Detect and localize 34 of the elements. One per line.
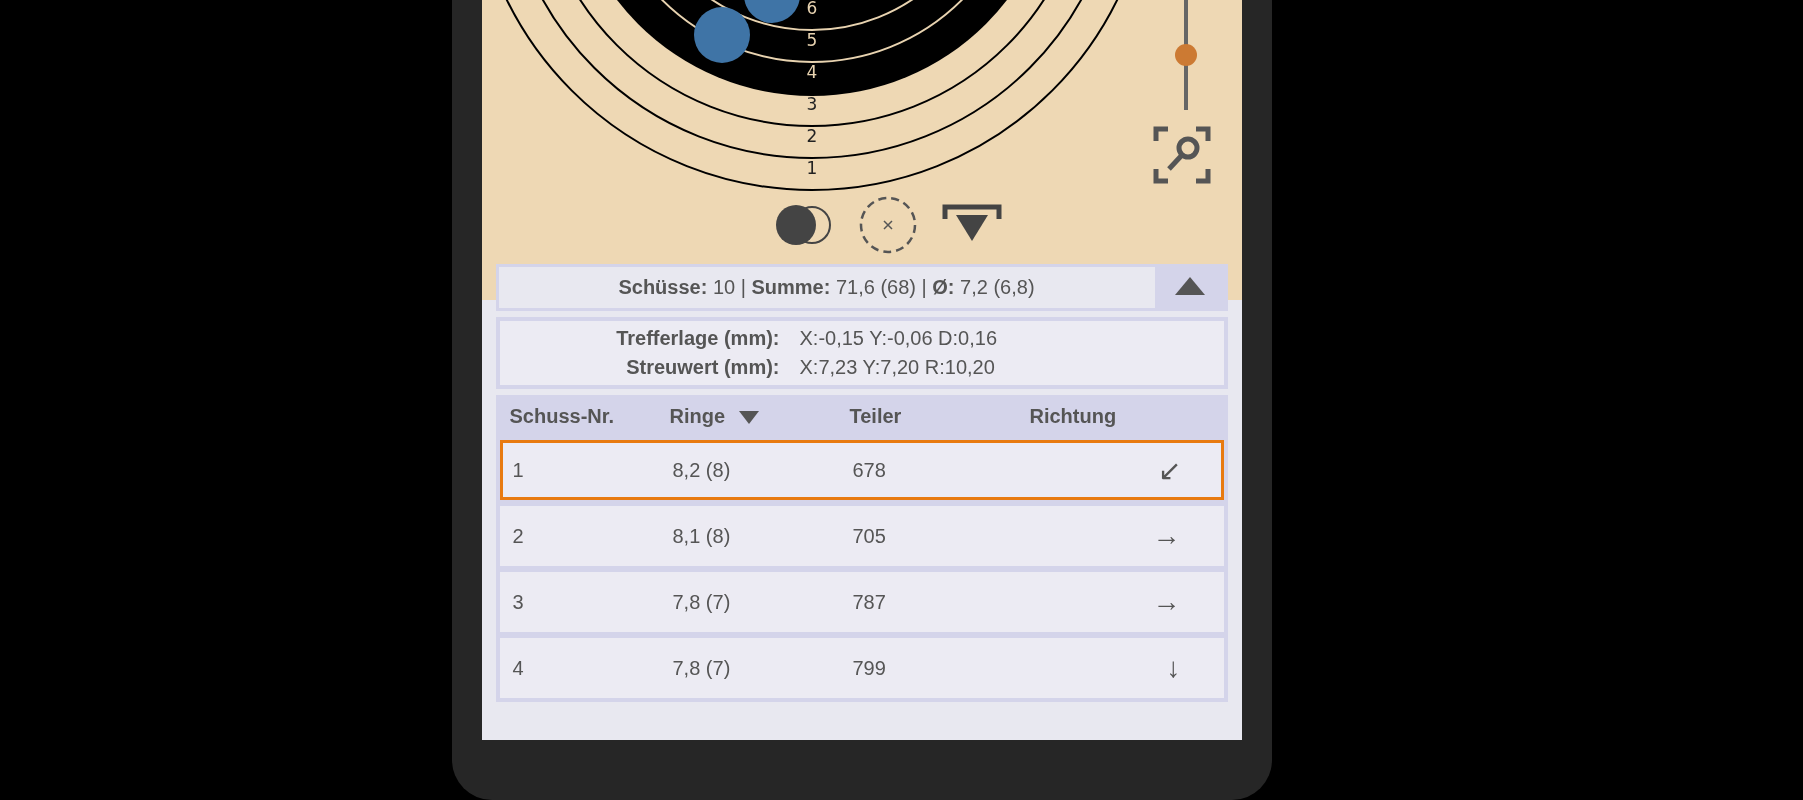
slider-thumb[interactable] <box>1174 44 1197 66</box>
table-cell-text: 787 <box>851 590 887 614</box>
table-cell-text: 1 <box>511 458 525 482</box>
column-header[interactable]: Richtung <box>1029 405 1117 428</box>
table-cell-text: ↓ <box>1165 652 1182 684</box>
table-cell-text: 4 <box>511 656 525 680</box>
stat-value: X:-0,15 Y:-0,06 D:0,16 <box>799 327 998 350</box>
zoom-fit-icon[interactable] <box>1151 125 1212 185</box>
table-row[interactable]: 4 7,8 (7) 799 ↓ <box>499 638 1224 698</box>
table-cell-text: 799 <box>851 656 887 680</box>
table-cell-text: 7,8 (7) <box>671 590 732 614</box>
table-cell-text: 8,1 (8) <box>671 524 732 548</box>
table-cell-text: 7,8 (7) <box>671 656 732 680</box>
table-cell-text: 8,2 (8) <box>671 458 732 482</box>
collapse-button[interactable] <box>1154 267 1225 308</box>
table-row[interactable]: 3 7,8 (7) 787 → <box>499 572 1224 632</box>
summary-text: Schüsse: 10 | Summe: 71,6 (68) | Ø: 7,2 (6,8) <box>617 275 1036 300</box>
column-header[interactable]: Ringe <box>669 405 726 428</box>
table-row[interactable]: 1 8,2 (8) 678 ↙ <box>499 440 1224 500</box>
stat-label: Trefferlage (mm): <box>615 327 780 350</box>
column-header[interactable]: Schuss-Nr. <box>509 405 614 428</box>
table-cell-text: 3 <box>511 590 525 614</box>
table-cell-text: 705 <box>851 524 887 548</box>
sort-down-icon[interactable] <box>737 408 762 425</box>
column-header[interactable]: Teiler <box>849 405 902 428</box>
table-cell-text: → <box>1151 520 1182 552</box>
table-cell-text: 2 <box>511 524 525 548</box>
table-cell-text: ↙ <box>1156 453 1182 487</box>
table-cell-text: 678 <box>851 458 887 482</box>
triangle-icon <box>1172 275 1207 297</box>
stat-label: Streuwert (mm): <box>625 356 780 379</box>
stat-value: X:7,23 Y:7,20 R:10,20 <box>799 356 995 379</box>
table-row[interactable]: 2 8,1 (8) 705 → <box>499 506 1224 566</box>
table-cell-text: → <box>1151 586 1182 618</box>
